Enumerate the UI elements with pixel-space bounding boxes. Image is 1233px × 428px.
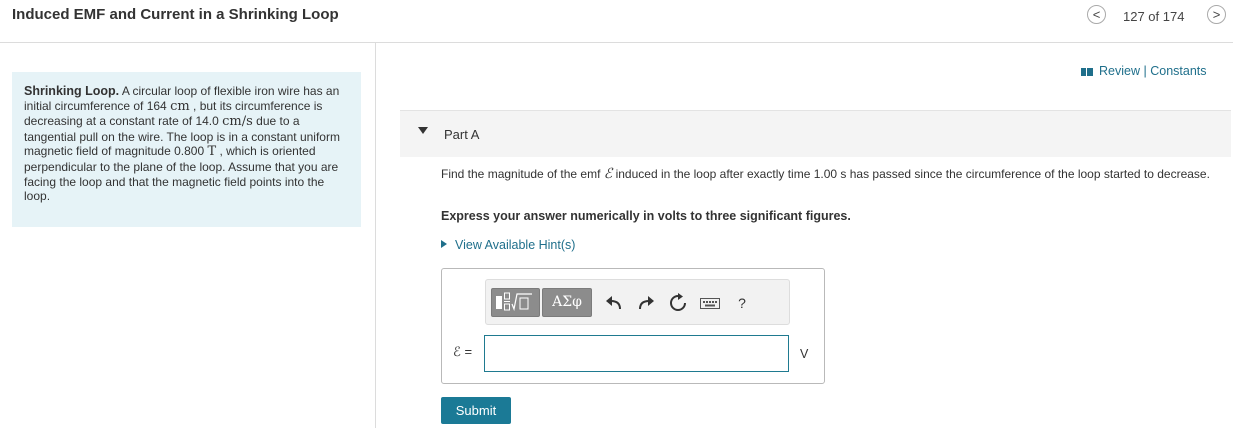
- view-hints-link[interactable]: View Available Hint(s): [441, 238, 575, 252]
- constants-link[interactable]: Constants: [1150, 64, 1206, 78]
- help-icon[interactable]: ?: [731, 292, 753, 314]
- previous-problem-button[interactable]: <: [1087, 5, 1106, 24]
- review-link[interactable]: Review: [1099, 64, 1140, 78]
- hint-label: View Available Hint(s): [455, 238, 576, 252]
- chevron-right-icon: >: [1212, 7, 1221, 22]
- column-divider: [375, 43, 376, 428]
- question-text-1: Find the magnitude of the emf: [441, 167, 604, 181]
- question-text-2: induced in the loop after exactly time 1…: [612, 167, 1210, 181]
- question-text: Find the magnitude of the emf ℰ induced …: [441, 167, 1226, 182]
- part-a-header[interactable]: Part A: [400, 110, 1231, 157]
- header-bar: Induced EMF and Current in a Shrinking L…: [0, 0, 1233, 43]
- answer-input[interactable]: [484, 335, 789, 372]
- review-constants-links: Review | Constants: [1081, 64, 1207, 78]
- greek-symbols-button[interactable]: ΑΣφ: [542, 288, 592, 317]
- unit-cm: cm: [170, 98, 190, 114]
- page-title: Induced EMF and Current in a Shrinking L…: [12, 6, 339, 23]
- fraction-sqrt-icon: [496, 292, 532, 312]
- undo-icon[interactable]: [603, 292, 625, 314]
- problem-heading: Shrinking Loop.: [24, 84, 120, 98]
- next-problem-button[interactable]: >: [1207, 5, 1226, 24]
- answer-label: ℰ =: [453, 344, 473, 359]
- answer-area: ΑΣφ ? ℰ = V: [441, 268, 825, 384]
- submit-button[interactable]: Submit: [441, 397, 511, 424]
- unit-cm-per-s: cm/s: [222, 114, 253, 130]
- book-icon: [1081, 67, 1093, 76]
- answer-instruction: Express your answer numerically in volts…: [441, 209, 851, 223]
- answer-unit: V: [800, 347, 809, 361]
- unit-tesla: T: [207, 144, 217, 160]
- emf-symbol: ℰ: [603, 166, 613, 182]
- caret-down-icon: [418, 127, 428, 134]
- templates-button[interactable]: [491, 288, 540, 317]
- math-toolbar: ΑΣφ ?: [485, 279, 790, 325]
- redo-icon[interactable]: [635, 292, 657, 314]
- problem-counter: 127 of 174: [1123, 9, 1185, 24]
- part-label: Part A: [444, 127, 480, 142]
- problem-statement: Shrinking Loop. A circular loop of flexi…: [12, 72, 361, 227]
- chevron-left-icon: <: [1092, 7, 1101, 22]
- reset-icon[interactable]: [667, 292, 689, 314]
- link-separator: |: [1143, 64, 1147, 78]
- caret-right-icon: [441, 240, 447, 248]
- keyboard-icon[interactable]: [699, 292, 721, 314]
